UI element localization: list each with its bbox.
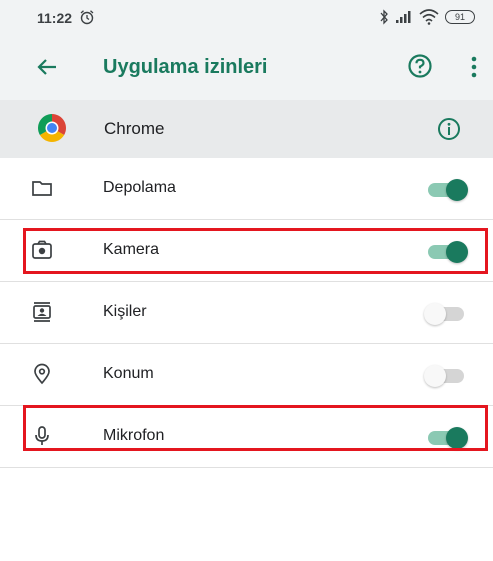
folder-icon xyxy=(32,181,52,196)
toggle-thumb xyxy=(446,241,468,263)
permission-label: Konum xyxy=(103,365,154,382)
toggle-thumb xyxy=(424,303,446,325)
more-options-icon[interactable] xyxy=(470,55,478,79)
location-icon xyxy=(34,363,50,385)
bluetooth-icon xyxy=(380,9,388,25)
status-time: 11:22 xyxy=(37,10,73,26)
page-title: Uygulama izinleri xyxy=(103,56,268,78)
help-icon[interactable] xyxy=(407,53,433,79)
contacts-icon xyxy=(33,302,51,322)
battery-icon: 91 xyxy=(445,10,475,24)
status-bar: 11:22 91 xyxy=(0,0,493,36)
permission-toggle[interactable] xyxy=(424,179,468,201)
chrome-logo-icon xyxy=(38,114,66,142)
app-header: Chrome xyxy=(0,100,493,158)
permission-label: Depolama xyxy=(103,179,176,196)
permission-toggle[interactable] xyxy=(424,365,468,387)
permission-label: Mikrofon xyxy=(103,427,165,444)
permission-toggle[interactable] xyxy=(424,303,468,325)
app-bar: Uygulama izinleri xyxy=(0,36,493,100)
permission-toggle[interactable] xyxy=(424,241,468,263)
permission-label: Kişiler xyxy=(103,303,147,320)
wifi-icon xyxy=(419,9,439,25)
permission-row-depolama[interactable]: Depolama xyxy=(0,158,493,220)
toggle-thumb xyxy=(446,427,468,449)
microphone-icon xyxy=(35,426,49,445)
camera-icon xyxy=(32,240,52,259)
permission-toggle[interactable] xyxy=(424,427,468,449)
toggle-thumb xyxy=(446,179,468,201)
app-name: Chrome xyxy=(104,119,165,138)
alarm-icon xyxy=(80,10,94,25)
permission-row-mikrofon[interactable]: Mikrofon xyxy=(0,406,493,468)
permission-label: Kamera xyxy=(103,241,160,258)
permission-row-konum[interactable]: Konum xyxy=(0,344,493,406)
status-indicators: 91 xyxy=(379,9,475,25)
battery-level: 91 xyxy=(454,12,465,22)
toggle-thumb xyxy=(424,365,446,387)
permission-row-kamera[interactable]: Kamera xyxy=(0,220,493,282)
signal-icon xyxy=(396,11,411,23)
back-arrow-icon[interactable] xyxy=(36,56,58,78)
info-icon[interactable] xyxy=(437,117,461,141)
permission-row-kisiler[interactable]: Kişiler xyxy=(0,282,493,344)
